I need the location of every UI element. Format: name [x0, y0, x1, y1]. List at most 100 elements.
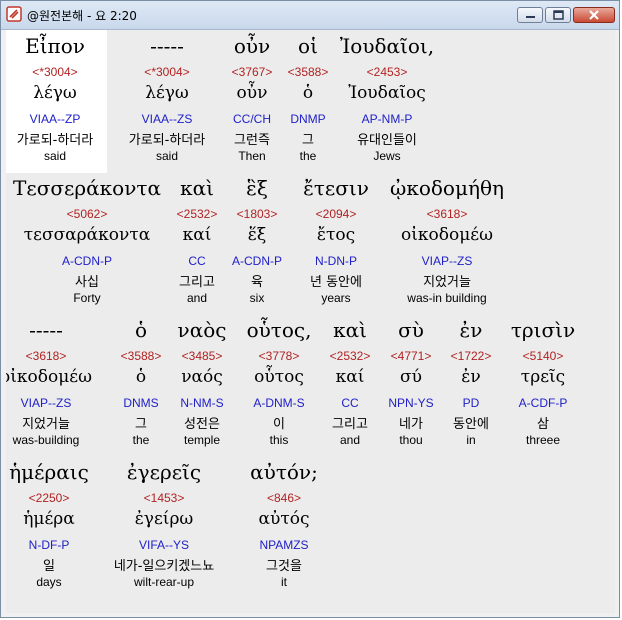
word-english: was-building	[12, 433, 80, 447]
word-cell[interactable]: ἐν <1722> ἐν PD 동안에 in	[451, 318, 492, 458]
word-morph: NPAMZS	[259, 538, 309, 552]
minimize-button[interactable]	[517, 7, 543, 23]
word-cell-selected[interactable]: Εἶπον <*3004> λέγω VIAA--ZP 가로되-하더라 said	[6, 30, 107, 173]
word-lemma: καί	[182, 225, 212, 245]
word-english: said	[155, 149, 179, 163]
word-korean: 그런즉	[234, 133, 270, 148]
word-english: Then	[238, 149, 266, 163]
word-cell[interactable]: οὖν <3767> οὖν CC/CH 그런즉 Then	[232, 34, 273, 174]
word-korean: 가로되-하더라	[16, 133, 94, 148]
word-cell[interactable]: ᾠκοδομήθη <3618> οἰκοδομέω VIAP--ZS 지었거늘 was-…	[390, 176, 504, 316]
word-morph: A-CDN-P	[62, 254, 112, 268]
word-morph: A-CDF-P	[518, 396, 568, 410]
word-greek: -----	[150, 34, 184, 58]
word-greek: καὶ	[333, 318, 367, 342]
word-korean: 육	[251, 275, 263, 290]
word-korean: 년 동안에	[310, 275, 362, 290]
word-cell[interactable]: ἐγερεῖς <1453> ἐγείρω VIFA--YS 네가-일으키겠느뇨 wilt…	[114, 460, 214, 600]
word-morph: VIAP--ZS	[421, 254, 473, 268]
word-korean: 지었거늘	[22, 417, 70, 432]
close-button[interactable]	[573, 7, 615, 23]
word-korean: 네가-일으키겠느뇨	[113, 559, 215, 574]
word-greek: καὶ	[180, 176, 214, 200]
word-korean: 이	[273, 417, 285, 432]
word-morph: NPN-YS	[388, 396, 434, 410]
word-lemma: ἕξ	[247, 225, 267, 245]
word-cell[interactable]: οὗτος, <3778> οὗτος A-DNM-S 이 this	[247, 318, 312, 458]
word-cell[interactable]: αὐτόν; <846> αὐτός NPAMZS 그것을 it	[250, 460, 318, 600]
word-lemma: καί	[335, 367, 365, 387]
word-strong: <3588>	[120, 349, 162, 363]
title-bar[interactable]: @원전본해 - 요 2:20	[1, 1, 619, 30]
word-greek: ἐν	[459, 318, 483, 342]
word-strong: <3767>	[231, 65, 273, 79]
word-greek: Ἰουδαῖοι,	[339, 34, 435, 58]
word-strong: <1722>	[450, 349, 492, 363]
word-morph: A-CDN-P	[232, 254, 282, 268]
word-lemma: λέγω	[33, 83, 77, 103]
word-greek: τρισὶν	[510, 318, 576, 342]
word-lemma: ἐν	[461, 367, 481, 387]
word-korean: 지었거늘	[423, 275, 471, 290]
word-strong: <846>	[266, 491, 302, 505]
word-morph: PD	[462, 396, 480, 410]
word-korean: 그리고	[332, 417, 368, 432]
word-cell[interactable]: ----- <*3004> λέγω VIAA--ZS 가로되-하더라 said	[129, 34, 205, 174]
word-cell[interactable]: καὶ <2532> καί CC 그리고 and	[330, 318, 371, 458]
word-greek: οὖν	[233, 34, 271, 58]
word-strong: <2453>	[366, 65, 408, 79]
word-strong: <3485>	[181, 349, 223, 363]
word-korean: 그	[302, 133, 314, 148]
word-strong: <3588>	[287, 65, 329, 79]
word-cell[interactable]: τρισὶν <5140> τρεῖς A-CDF-P 삼 threee	[511, 318, 575, 458]
word-morph: AP-NM-P	[361, 112, 413, 126]
word-strong: <5062>	[66, 207, 108, 221]
word-lemma: οἰκοδομέω	[401, 225, 493, 245]
word-english: threee	[525, 433, 561, 447]
word-cell[interactable]: ἔτεσιν <2094> ἔτος N-DN-P 년 동안에 years	[303, 176, 369, 316]
interlinear-panel: Εἶπον <*3004> λέγω VIAA--ZP 가로되-하더라 said -----…	[6, 30, 615, 613]
word-morph: A-DNM-S	[253, 396, 305, 410]
word-lemma: οὖν	[236, 83, 268, 103]
word-cell[interactable]: ἡμέραις <2250> ἡμέρα N-DF-P 일 days	[9, 460, 89, 600]
word-lemma: σύ	[400, 367, 422, 387]
word-english: in	[466, 433, 476, 447]
word-english: Forty	[73, 291, 101, 305]
word-strong: <*3004>	[32, 65, 78, 79]
word-greek: οἱ	[298, 34, 318, 58]
word-cell[interactable]: Ἰουδαῖοι, <2453> Ἰουδαῖος AP-NM-P 유대인들이 Jews	[340, 34, 434, 174]
word-greek: σὺ	[398, 318, 424, 342]
word-cell[interactable]: ναὸς <3485> ναός N-NM-S 성전은 temple	[178, 318, 227, 458]
word-morph: N-DN-P	[315, 254, 357, 268]
word-english: years	[321, 291, 351, 305]
word-greek: ὁ	[134, 318, 148, 342]
maximize-button[interactable]	[545, 7, 571, 23]
word-cell[interactable]: ----- <3618> οἰκοδομέω VIAP--ZS 지었거늘 was-buil…	[6, 318, 92, 458]
word-cell[interactable]: σὺ <4771> σύ NPN-YS 네가 thou	[388, 318, 433, 458]
word-english: said	[43, 149, 67, 163]
word-lemma: τεσσαράκοντα	[23, 225, 151, 245]
word-lemma: ἐγείρω	[134, 509, 194, 529]
word-morph: DNMP	[290, 112, 326, 126]
word-strong: <4771>	[390, 349, 432, 363]
word-cell[interactable]: Τεσσεράκοντα <5062> τεσσαράκοντα A-CDN-P 사십 F…	[13, 176, 161, 316]
word-strong: <2532>	[176, 207, 218, 221]
word-english: and	[339, 433, 361, 447]
word-cell[interactable]: καὶ <2532> καί CC 그리고 and	[177, 176, 218, 316]
word-korean: 일	[43, 559, 55, 574]
word-korean: 사십	[75, 275, 99, 290]
word-strong: <2250>	[28, 491, 70, 505]
word-english: the	[299, 149, 317, 163]
word-strong: <3618>	[426, 207, 468, 221]
app-window: @원전본해 - 요 2:20 Εἶπον <*3004> λέγω VIAA--ZP 가…	[0, 0, 620, 618]
word-english: it	[281, 575, 287, 589]
word-morph: VIAA--ZS	[141, 112, 193, 126]
word-cell[interactable]: ἓξ <1803> ἕξ A-CDN-P 육 six	[232, 176, 282, 316]
word-strong: <2532>	[329, 349, 371, 363]
word-cell[interactable]: οἱ <3588> ὁ DNMP 그 the	[288, 34, 329, 174]
word-english: Jews	[373, 149, 401, 163]
word-cell[interactable]: ὁ <3588> ὁ DNMS 그 the	[121, 318, 162, 458]
word-english: the	[132, 433, 150, 447]
word-morph: VIFA--YS	[138, 538, 190, 552]
word-morph: DNMS	[123, 396, 159, 410]
